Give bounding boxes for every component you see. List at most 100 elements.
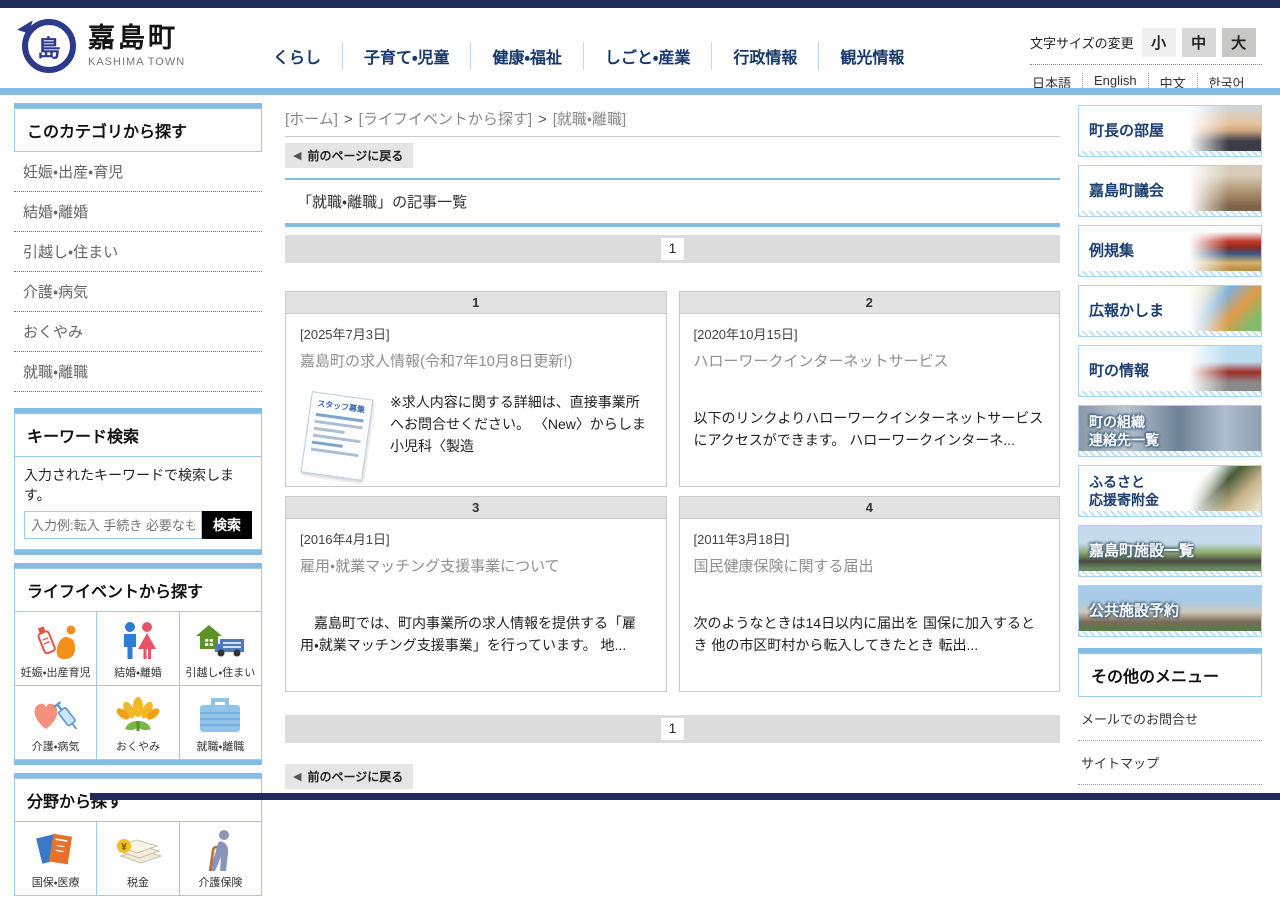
nav-item-gyousei[interactable]: 行政情報 [711,42,818,70]
field-tile-insurance[interactable]: 国保・医療 [15,822,96,895]
link-mail-inquiry[interactable]: メールでのお問合せ [1078,697,1262,741]
category-item-moving[interactable]: 引越し・住まい [14,232,262,272]
article-title[interactable]: 雇用・就業マッチング支援事業について [300,557,652,577]
banner-facility-list[interactable]: 嘉島町施設一覧 [1078,525,1262,577]
font-size-large-button[interactable]: 大 [1222,28,1256,57]
law-books-photo [1189,226,1261,271]
article-number: 3 [286,497,666,519]
life-event-tile-employment[interactable]: 就職・離職 [180,686,261,759]
article-excerpt: ※求人内容に関する詳細は、直接事業所へお問合せください。 〈New〉からしま小児… [390,392,652,457]
nav-item-kankou[interactable]: 観光情報 [818,42,925,70]
field-section-title: 分野から探す [14,778,262,822]
category-section-title: このカテゴリから探す [14,108,262,152]
footer-top-edge [90,793,1280,800]
back-button-bottom[interactable]: ◀ 前のページに戻る [285,764,413,789]
nav-item-shigoto[interactable]: しごと・産業 [583,42,711,70]
back-arrow-icon: ◀ [293,149,301,162]
banner-regulations[interactable]: 例規集 [1078,225,1262,277]
insurance-booklets-icon [31,825,81,877]
banner-town-assembly[interactable]: 嘉島町議会 [1078,165,1262,217]
recruitment-flyer-image: スタッフ募集 [301,391,374,481]
breadcrumb-home[interactable]: [ホーム] [285,111,338,128]
category-section: このカテゴリから探す 妊娠・出産・育児 結婚・離婚 引越し・住まい 介護・病気 … [14,103,262,392]
elder-with-cane-icon [200,825,240,877]
category-item-condolence[interactable]: おくやみ [14,312,262,352]
other-menu-title: その他のメニュー [1078,653,1262,697]
breadcrumb-life-event[interactable]: [ライフイベントから探す] [359,111,532,128]
banner-mayors-room[interactable]: 町長の部屋 [1078,105,1262,157]
back-button-top[interactable]: ◀ 前のページに戻る [285,143,413,168]
font-size-small-button[interactable]: 小 [1142,28,1176,57]
life-event-tile-moving[interactable]: 引越し・住まい [180,612,261,685]
lotus-flower-icon [116,689,160,741]
category-item-marriage[interactable]: 結婚・離婚 [14,192,262,232]
life-event-section-title: ライフイベントから探す [14,568,262,612]
field-tile-tax[interactable]: ¥ 税金 [97,822,178,895]
article-title[interactable]: 国民健康保険に関する届出 [694,557,1046,577]
article-list: 1 [2025年7月3日] 嘉島町の求人情報(令和7年10月8日更新!) スタッ… [285,291,1060,692]
category-item-pregnancy[interactable]: 妊娠・出産・育児 [14,152,262,192]
pregnancy-baby-icon [31,615,81,667]
town-building-photo [1189,346,1261,391]
banner-public-relations[interactable]: 広報かしま [1078,285,1262,337]
assembly-hall-photo [1189,166,1261,211]
banner-town-info[interactable]: 町の情報 [1078,345,1262,397]
article-title[interactable]: 嘉島町の求人情報(令和7年10月8日更新!) [300,352,652,372]
category-item-employment[interactable]: 就職・離職 [14,352,262,392]
article-card-2[interactable]: 2 [2020年10月15日] ハローワークインターネットサービス 以下のリンク… [679,291,1061,487]
breadcrumb-current: [就職・離職] [553,111,626,128]
keyword-search-input[interactable] [24,511,202,539]
article-card-1[interactable]: 1 [2025年7月3日] 嘉島町の求人情報(令和7年10月8日更新!) スタッ… [285,291,667,487]
article-date: [2020年10月15日] [694,324,1046,343]
page-title: 「就職・離職」の記事一覧 [285,178,1060,227]
newsletter-photo [1189,286,1261,331]
breadcrumb: [ホーム]>[ライフイベントから探す]>[就職・離職] [285,108,1060,129]
article-excerpt: 嘉島町では、町内事業所の求人情報を提供する「雇用・就業マッチング支援事業」を行っ… [300,613,652,656]
banner-hometown-donation[interactable]: ふるさと応援寄附金 [1078,465,1262,517]
page-number-1[interactable]: 1 [661,718,685,739]
life-event-section: ライフイベントから探す 妊娠・出産育児 [14,563,262,765]
header-utilities: 文字サイズの変更 小 中 大 日本語 English 中文 한국어 [1030,28,1262,92]
article-title[interactable]: ハローワークインターネットサービス [694,352,1046,372]
site-subtitle: KASHIMA TOWN [88,56,185,68]
top-navy-bar [0,0,1280,8]
banner-organization-contacts[interactable]: 町の組織連絡先一覧 [1078,405,1262,457]
banner-facility-reservation[interactable]: 公共施設予約 [1078,585,1262,637]
house-truck-icon [194,615,246,667]
right-sidebar: 町長の部屋 嘉島町議会 例規集 広報かしま 町の情報 町の組織連絡先一覧 ふるさ… [1078,105,1262,785]
main-content: [ホーム]>[ライフイベントから探す]>[就職・離職] ◀ 前のページに戻る 「… [285,108,1060,789]
nav-item-kenkou[interactable]: 健康・福祉 [470,42,582,70]
article-number: 2 [680,292,1060,314]
page-number-1[interactable]: 1 [661,238,685,259]
life-event-tile-condolence[interactable]: おくやみ [97,686,178,759]
font-size-medium-button[interactable]: 中 [1182,28,1216,57]
link-sitemap[interactable]: サイトマップ [1078,741,1262,785]
life-event-tile-pregnancy[interactable]: 妊娠・出産育児 [15,612,96,685]
article-number: 1 [286,292,666,314]
keyword-search-section: キーワード検索 入力されたキーワードで検索します。 検索 [14,408,262,555]
keyword-search-title: キーワード検索 [14,413,262,457]
article-number: 4 [680,497,1060,519]
category-item-care[interactable]: 介護・病気 [14,272,262,312]
nav-item-kosodate[interactable]: 子育て・児童 [342,42,470,70]
site-logo[interactable]: 島 嘉島町 KASHIMA TOWN [22,19,185,73]
money-yen-icon: ¥ [111,825,165,877]
article-excerpt: 以下のリンクよりハローワークインターネットサービスにアクセスができます。 ハロー… [694,408,1046,451]
briefcase-icon [196,689,244,741]
svg-text:¥: ¥ [121,842,127,853]
pagination-bottom: 1 [285,715,1060,743]
article-date: [2025年7月3日] [300,324,652,343]
global-nav: くらし 子育て・児童 健康・福祉 しごと・産業 行政情報 観光情報 [252,42,925,70]
article-card-3[interactable]: 3 [2016年4月1日] 雇用・就業マッチング支援事業について 嘉島町では、町… [285,496,667,692]
life-event-tile-marriage[interactable]: 結婚・離婚 [97,612,178,685]
keyword-search-button[interactable]: 検索 [202,511,252,539]
field-tile-kaigo-insurance[interactable]: 介護保険 [180,822,261,895]
article-date: [2016年4月1日] [300,529,652,548]
font-size-label: 文字サイズの変更 [1030,33,1134,52]
pagination-top: 1 [285,235,1060,263]
article-card-4[interactable]: 4 [2011年3月18日] 国民健康保険に関する届出 次のようなときは14日以… [679,496,1061,692]
site-header: 島 嘉島町 KASHIMA TOWN くらし 子育て・児童 健康・福祉 しごと・… [0,8,1280,88]
nav-item-kurashi[interactable]: くらし [252,42,342,70]
header-divider-bar [0,88,1280,95]
life-event-tile-care[interactable]: 介護・病気 [15,686,96,759]
